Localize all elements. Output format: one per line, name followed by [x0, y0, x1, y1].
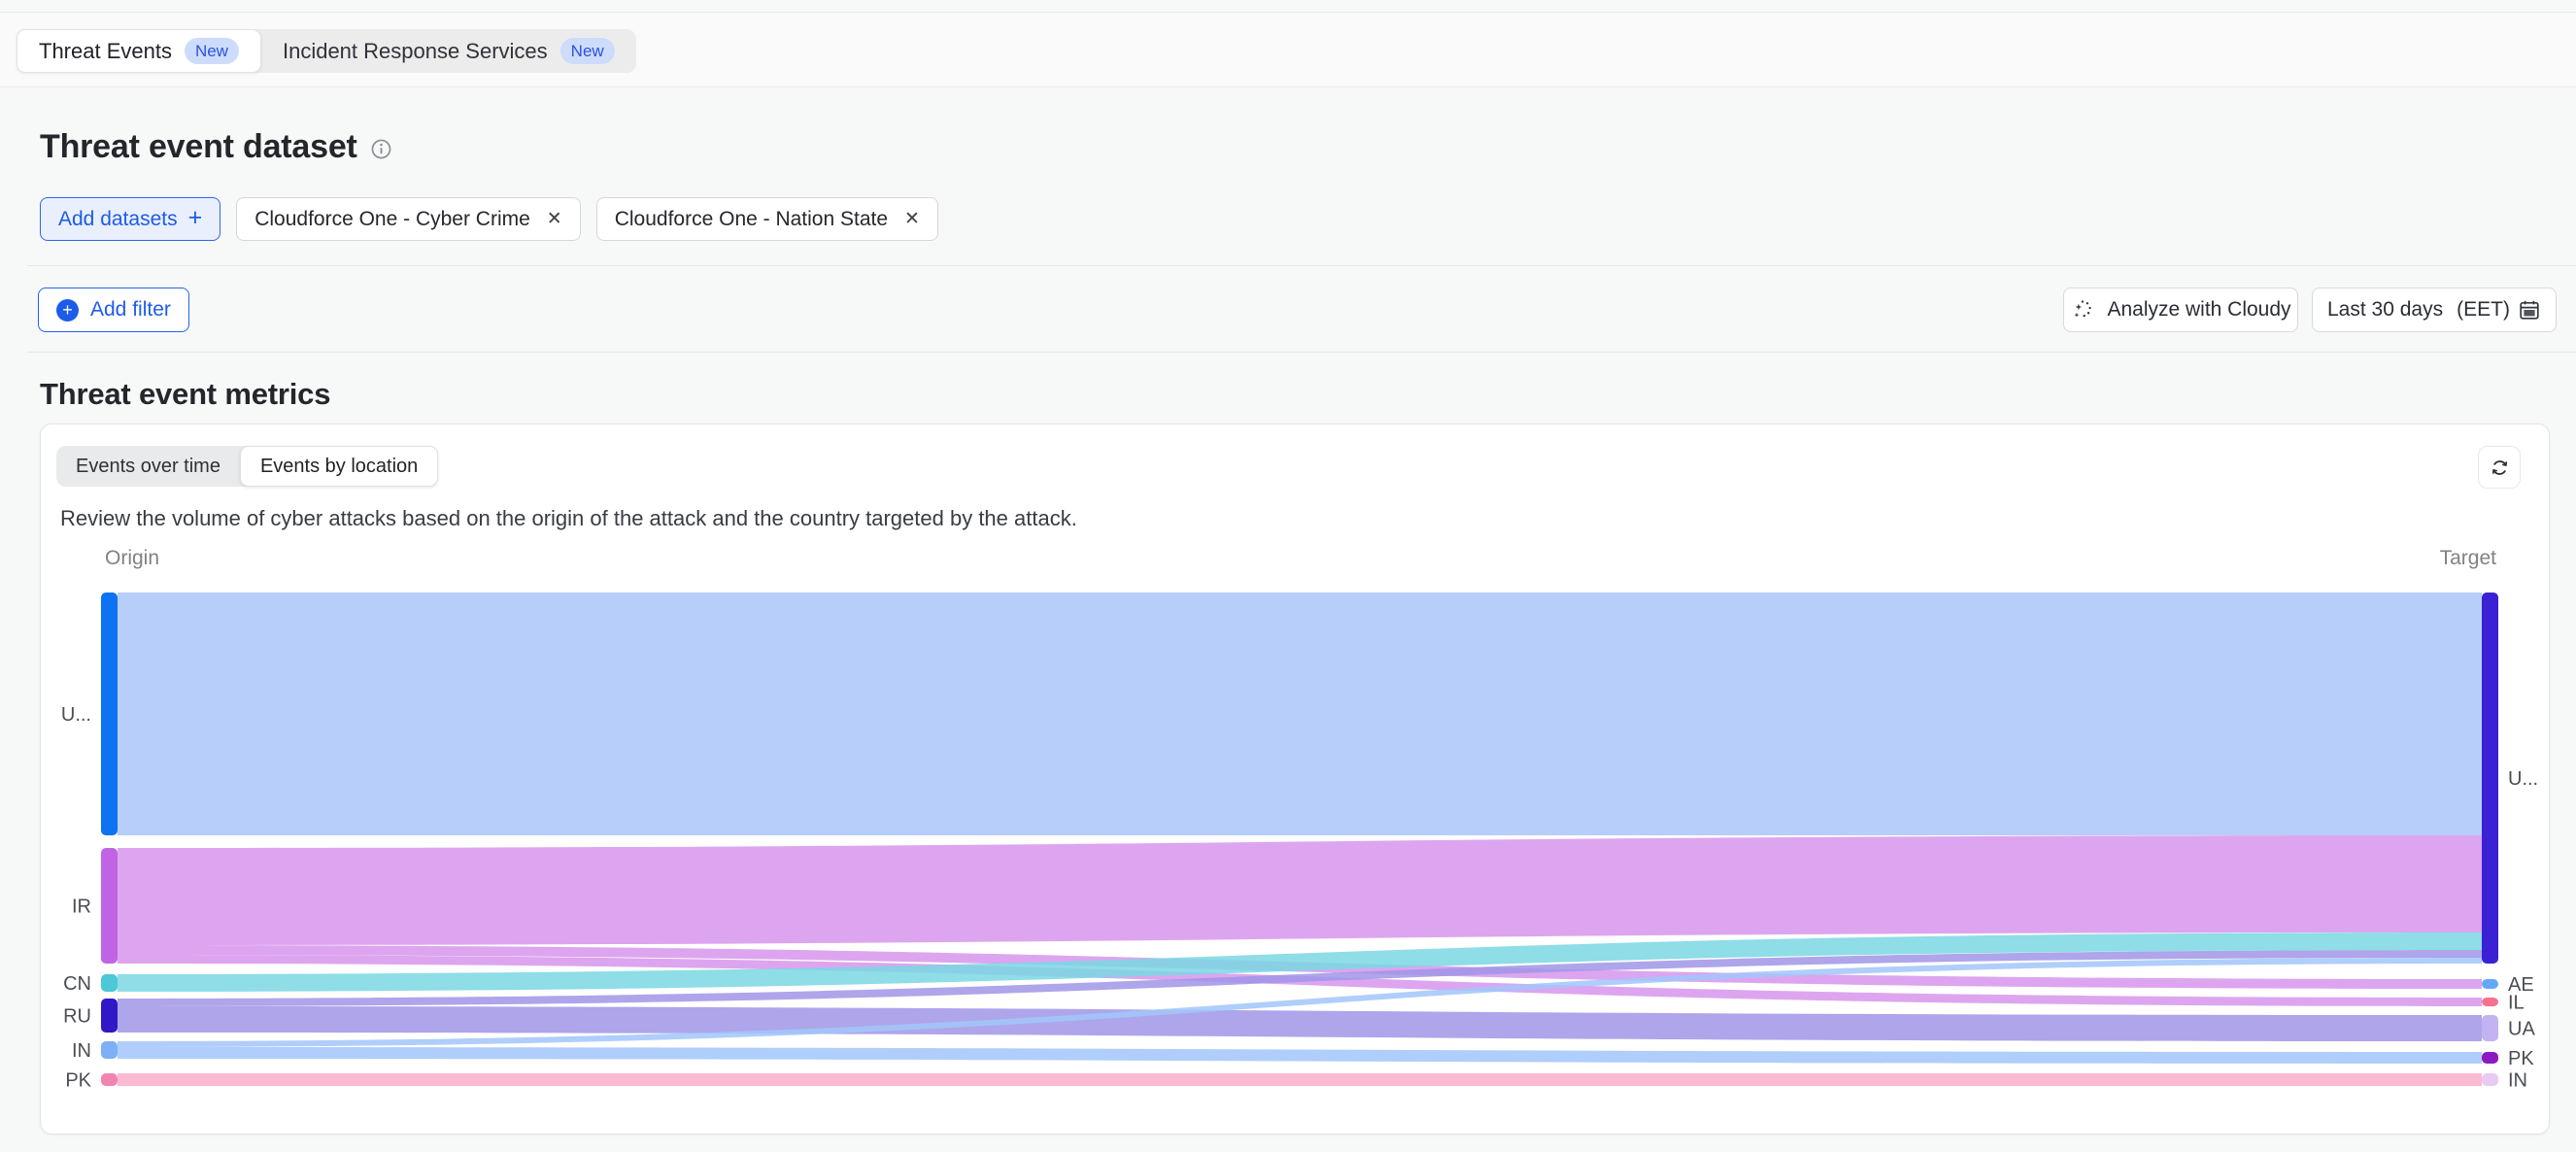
metrics-card: Events over time Events by location Revi… — [40, 424, 2550, 1135]
timezone-label: (EET) — [2457, 298, 2510, 322]
sankey-node-label: IR — [72, 897, 91, 918]
sankey-node-label: U... — [61, 704, 91, 726]
page-tabbar: Threat Events New Incident Response Serv… — [17, 29, 636, 73]
sankey-link-IN-PK[interactable] — [118, 1047, 2482, 1064]
datasets-row: Add datasets + Cloudforce One - Cyber Cr… — [40, 197, 938, 241]
sankey-node-label: IN — [2508, 1070, 2527, 1092]
add-datasets-label: Add datasets — [58, 208, 178, 231]
sankey-chart: U...IRCNRUINPKU...AEILUAPKIN — [41, 424, 2551, 1135]
analyze-with-cloudy-button[interactable]: Analyze with Cloudy — [2063, 288, 2298, 332]
sankey-link-IR-US[interactable] — [118, 835, 2482, 945]
sankey-node-PK[interactable] — [101, 1073, 118, 1086]
sankey-node-IN[interactable] — [101, 1041, 118, 1059]
tab-incident-response-services[interactable]: Incident Response Services New — [261, 29, 636, 73]
dataset-chip-nation-state: Cloudforce One - Nation State ✕ — [596, 197, 938, 241]
date-range-label: Last 30 days — [2327, 298, 2449, 322]
new-badge: New — [185, 38, 239, 64]
sankey-node-label: IL — [2508, 993, 2525, 1014]
threat-events-page: Threat Events New Incident Response Serv… — [0, 0, 2576, 1152]
sankey-node-US[interactable] — [2482, 593, 2498, 964]
info-icon[interactable] — [371, 139, 391, 159]
add-datasets-button[interactable]: Add datasets + — [40, 197, 220, 241]
add-filter-button[interactable]: + Add filter — [38, 288, 189, 332]
sankey-node-IL[interactable] — [2482, 998, 2498, 1006]
sankey-node-IN[interactable] — [2482, 1073, 2498, 1086]
add-filter-label: Add filter — [90, 298, 171, 322]
sankey-node-label: U... — [2508, 768, 2538, 790]
header-strip: Threat Events New Incident Response Serv… — [0, 13, 2576, 87]
sankey-node-UA[interactable] — [2482, 1015, 2498, 1041]
sankey-node-label: PK — [2508, 1048, 2534, 1069]
sankey-node-label: CN — [63, 973, 91, 995]
sankey-node-label: RU — [63, 1006, 91, 1028]
sankey-node-label: IN — [72, 1040, 91, 1062]
sankey-node-CN[interactable] — [101, 974, 118, 992]
metrics-section-title: Threat event metrics — [40, 377, 330, 412]
sankey-node-IR[interactable] — [101, 848, 118, 964]
close-icon[interactable]: ✕ — [547, 208, 562, 230]
dataset-chip-label: Cloudforce One - Cyber Crime — [254, 208, 530, 231]
sankey-node-PK[interactable] — [2482, 1052, 2498, 1064]
sparkles-icon — [2070, 297, 2095, 322]
sankey-node-AE[interactable] — [2482, 979, 2498, 989]
sankey-link-US-US[interactable] — [118, 593, 2482, 835]
page-title: Threat event dataset — [40, 128, 357, 166]
divider — [27, 352, 2576, 353]
dataset-title-row: Threat event dataset — [40, 128, 391, 166]
new-badge: New — [560, 38, 615, 64]
divider — [27, 265, 2576, 266]
calendar-icon — [2518, 298, 2541, 322]
sankey-link-PK-IN[interactable] — [118, 1073, 2482, 1086]
close-icon[interactable]: ✕ — [904, 208, 920, 230]
plus-circle-icon: + — [56, 299, 79, 322]
dataset-chip-cyber-crime: Cloudforce One - Cyber Crime ✕ — [236, 197, 581, 241]
analyze-with-cloudy-label: Analyze with Cloudy — [2107, 298, 2290, 322]
dataset-chip-label: Cloudforce One - Nation State — [615, 208, 888, 231]
tab-threat-events[interactable]: Threat Events New — [17, 29, 261, 73]
tab-incident-response-label: Incident Response Services — [283, 39, 548, 64]
sankey-node-US[interactable] — [101, 593, 118, 835]
sankey-node-label: PK — [65, 1070, 91, 1092]
plus-icon: + — [188, 204, 203, 232]
sankey-node-RU[interactable] — [101, 999, 118, 1033]
date-range-button[interactable]: Last 30 days (EET) — [2312, 288, 2557, 332]
sankey-link-RU-UA[interactable] — [118, 1006, 2482, 1041]
sankey-node-label: UA — [2508, 1019, 2535, 1040]
tab-threat-events-label: Threat Events — [39, 39, 172, 64]
